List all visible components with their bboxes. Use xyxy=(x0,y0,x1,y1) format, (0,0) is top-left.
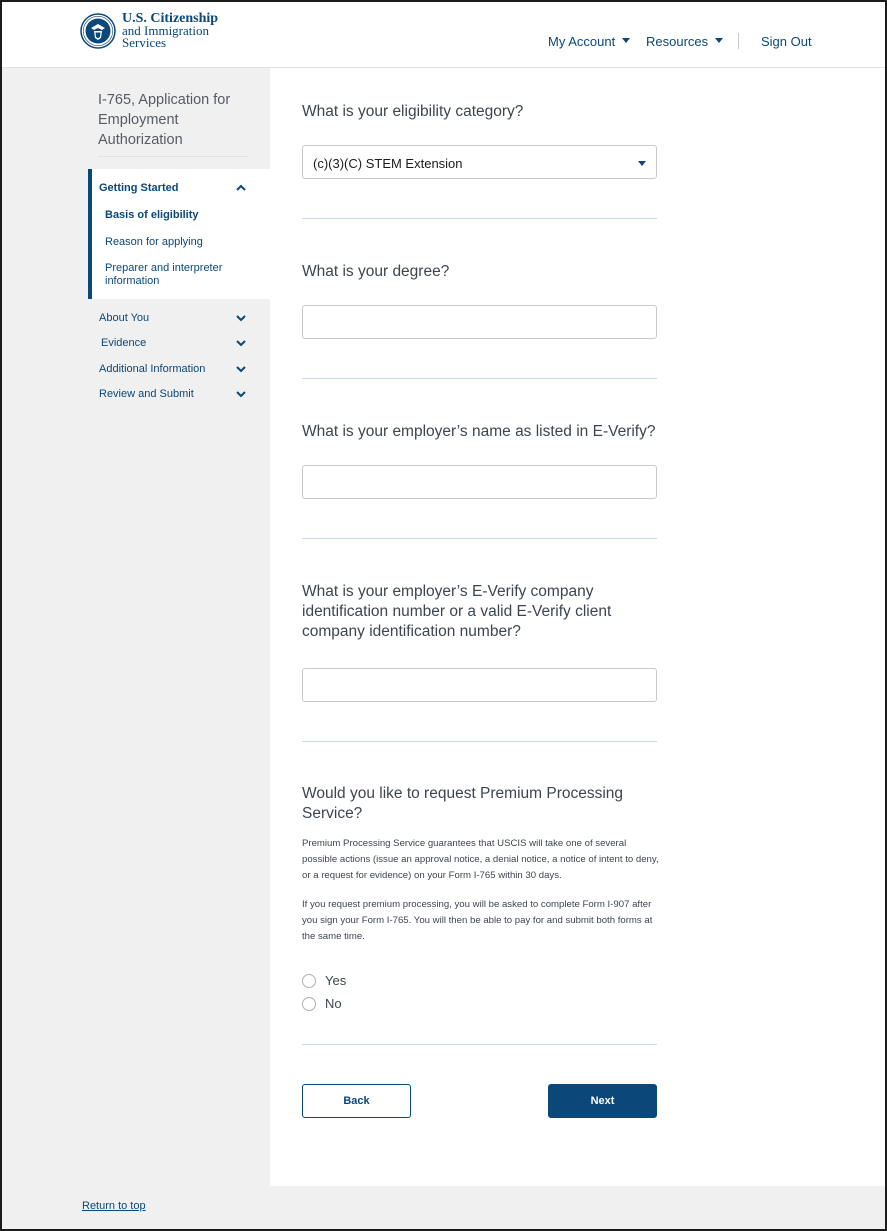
uscis-logo[interactable]: U.S. Citizenship and Immigration Service… xyxy=(80,12,218,50)
chevron-down-icon[interactable] xyxy=(236,390,246,398)
form-title: I-765, Application for Employment Author… xyxy=(98,92,231,148)
back-button[interactable]: Back xyxy=(302,1084,411,1118)
logo-line-3: Services xyxy=(122,35,167,50)
section-divider xyxy=(302,218,657,219)
premium-processing-note: If you request premium processing, you w… xyxy=(302,899,653,942)
sidebar-item-additional-information[interactable]: Additional Information xyxy=(99,363,205,375)
employer-id-question: What is your employer’s E-Verify company… xyxy=(302,583,612,640)
employer-id-input[interactable] xyxy=(302,668,657,702)
sidebar-item-getting-started[interactable]: Getting Started xyxy=(99,182,178,194)
employer-name-question: What is your employer’s name as listed i… xyxy=(302,423,656,440)
chevron-down-icon[interactable] xyxy=(236,365,246,373)
eligibility-category-select[interactable]: (c)(3)(C) STEM Extension xyxy=(302,145,657,179)
sign-out-link[interactable]: Sign Out xyxy=(761,34,812,49)
section-divider xyxy=(302,1044,657,1045)
nav-divider xyxy=(738,33,739,49)
premium-processing-question: Would you like to request Premium Proces… xyxy=(302,785,624,822)
caret-down-icon xyxy=(638,161,646,166)
return-to-top-link[interactable]: Return to top xyxy=(82,1200,146,1212)
agency-name: U.S. Citizenship and Immigration Service… xyxy=(122,12,218,50)
sidebar-item-about-you[interactable]: About You xyxy=(99,312,149,324)
radio-label-no: No xyxy=(325,996,342,1011)
degree-input[interactable] xyxy=(302,305,657,339)
eligibility-question: What is your eligibility category? xyxy=(302,103,524,120)
chevron-down-icon[interactable] xyxy=(236,314,246,322)
my-account-label: My Account xyxy=(548,34,616,49)
sidebar-subitem-reason-for-applying[interactable]: Reason for applying xyxy=(105,236,203,248)
sidebar-item-review-and-submit[interactable]: Review and Submit xyxy=(99,388,194,400)
sidebar-nav: I-765, Application for Employment Author… xyxy=(2,68,270,1186)
resources-label: Resources xyxy=(646,34,709,49)
section-divider xyxy=(302,378,657,379)
sidebar-subitem-preparer-interpreter[interactable]: Preparer and interpreter information xyxy=(105,262,235,288)
site-header: U.S. Citizenship and Immigration Service… xyxy=(2,2,885,68)
radio-button-yes[interactable] xyxy=(302,973,316,988)
radio-option-yes[interactable]: Yes xyxy=(302,973,346,988)
sign-out-label: Sign Out xyxy=(761,34,812,49)
caret-down-icon xyxy=(622,38,631,43)
my-account-menu[interactable]: My Account xyxy=(548,34,631,49)
chevron-down-icon[interactable] xyxy=(236,339,246,347)
employer-name-input[interactable] xyxy=(302,465,657,499)
next-button[interactable]: Next xyxy=(548,1084,657,1118)
premium-processing-description: Premium Processing Service guarantees th… xyxy=(302,838,659,881)
resources-menu[interactable]: Resources xyxy=(646,34,724,49)
app-window: U.S. Citizenship and Immigration Service… xyxy=(0,0,887,1231)
chevron-up-icon[interactable] xyxy=(236,184,246,192)
degree-question: What is your degree? xyxy=(302,263,450,280)
sidebar-item-evidence[interactable]: Evidence xyxy=(101,337,146,349)
caret-down-icon xyxy=(715,38,724,43)
eligibility-selected-value: (c)(3)(C) STEM Extension xyxy=(313,156,463,171)
sidebar-subitem-basis-of-eligibility[interactable]: Basis of eligibility xyxy=(105,209,199,221)
section-divider xyxy=(302,538,657,539)
section-divider xyxy=(302,741,657,742)
dhs-seal-icon xyxy=(80,13,116,49)
radio-option-no[interactable]: No xyxy=(302,996,342,1011)
page-footer: Return to top xyxy=(2,1186,885,1229)
radio-button-no[interactable] xyxy=(302,996,316,1011)
sidebar-divider xyxy=(98,156,248,157)
radio-label-yes: Yes xyxy=(325,973,347,988)
